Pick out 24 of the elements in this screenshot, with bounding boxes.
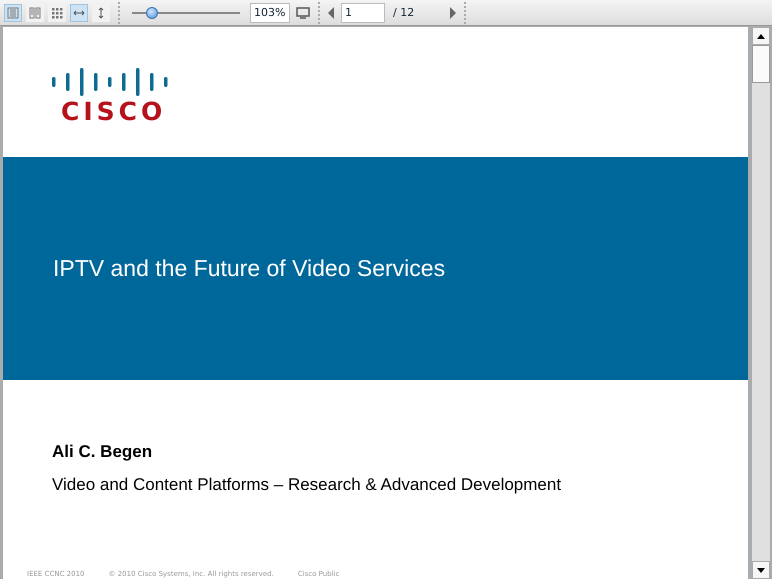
fit-height-view-button[interactable] bbox=[92, 4, 110, 22]
previous-page-icon[interactable] bbox=[328, 6, 335, 18]
logo-wordmark: CISCO bbox=[61, 99, 168, 125]
grid-icon bbox=[51, 6, 63, 18]
scroll-thumb[interactable] bbox=[752, 45, 770, 83]
scroll-up-icon[interactable] bbox=[757, 34, 765, 38]
zoom-field[interactable]: 103% bbox=[250, 2, 290, 22]
scroll-down-icon[interactable] bbox=[757, 568, 765, 572]
grid-view-button[interactable] bbox=[48, 4, 66, 22]
two-pages-icon bbox=[29, 6, 41, 18]
zoom-slider[interactable] bbox=[132, 6, 240, 18]
logo-bars-icon bbox=[51, 67, 169, 97]
single-view-button[interactable] bbox=[4, 4, 22, 22]
next-page-icon[interactable] bbox=[449, 6, 456, 18]
slide-title: IPTV and the Future of Video Services bbox=[53, 255, 446, 282]
double-view-button[interactable] bbox=[26, 4, 44, 22]
single-page-icon bbox=[7, 6, 19, 18]
page-total: / 12 bbox=[393, 6, 416, 19]
monitor-icon[interactable] bbox=[296, 6, 310, 18]
fit-width-view-button[interactable] bbox=[70, 4, 88, 22]
vertical-scrollbar[interactable] bbox=[752, 27, 770, 579]
author-affiliation: Video and Content Platforms – Research & Advanced Development bbox=[52, 475, 562, 495]
page-field[interactable]: 1 bbox=[341, 2, 385, 22]
author-name: Ali C. Begen bbox=[52, 442, 154, 462]
